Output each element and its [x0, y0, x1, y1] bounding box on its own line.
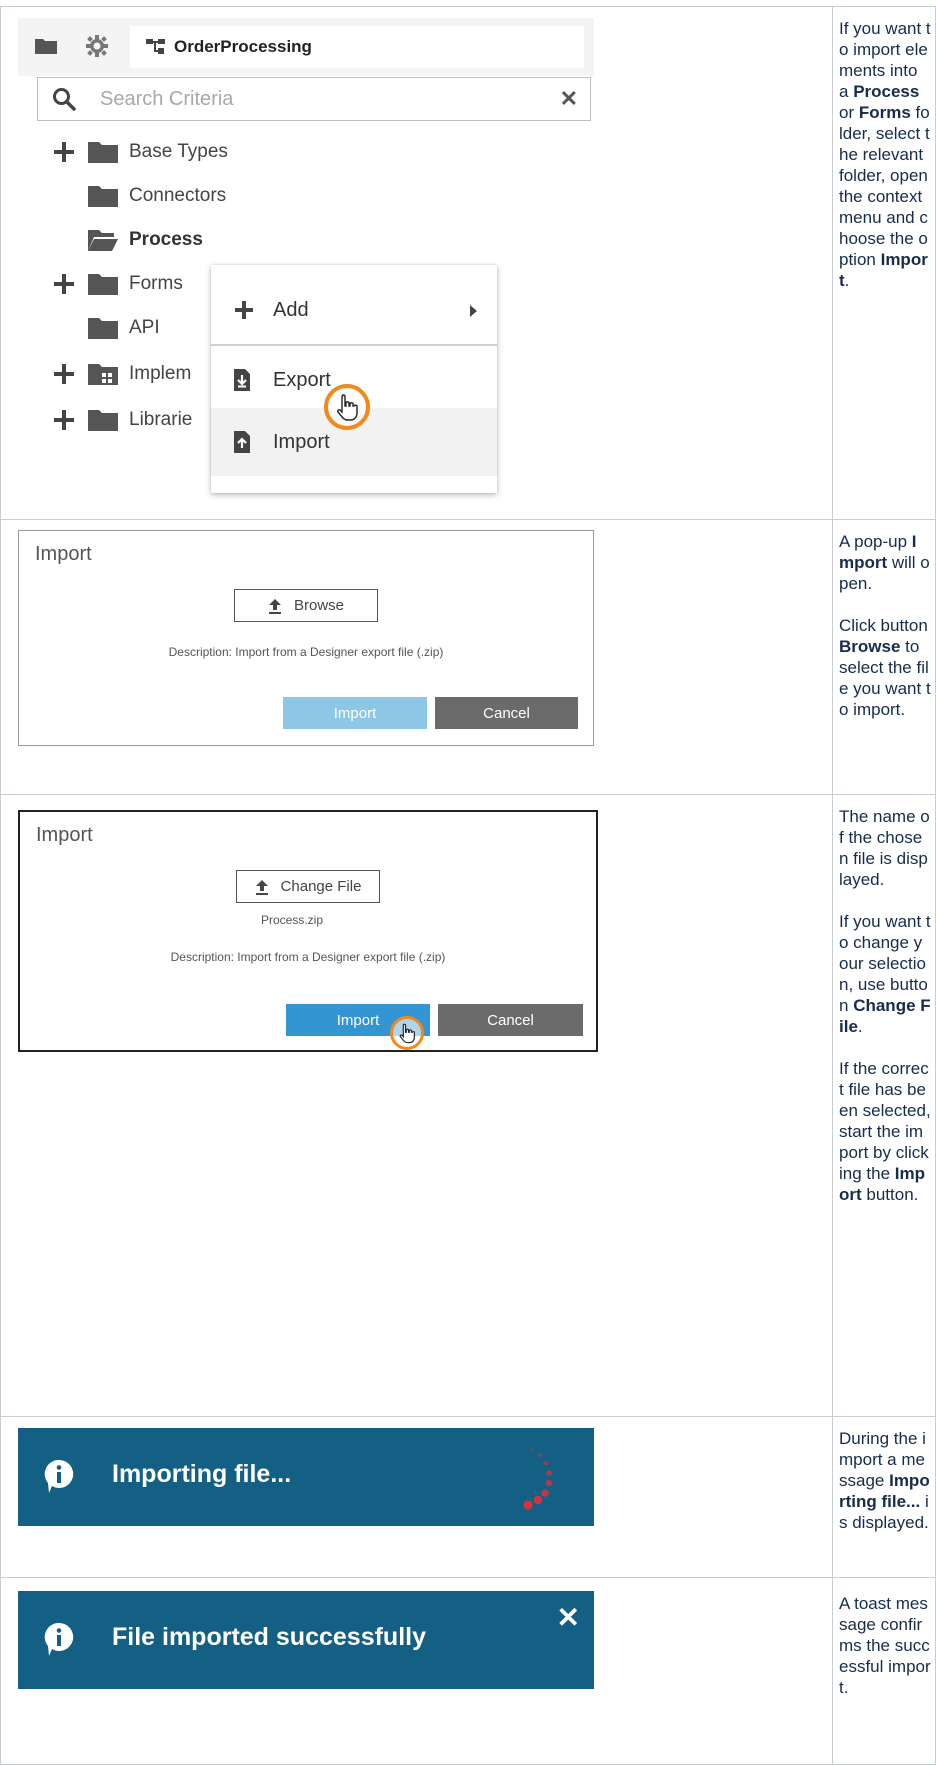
info-icon [44, 1460, 74, 1493]
plus-icon [233, 299, 255, 321]
close-icon[interactable]: ✕ [557, 1601, 580, 1634]
toast-message: File imported successfully [112, 1623, 426, 1651]
folder-open-icon [88, 230, 118, 251]
menu-item-add[interactable]: Add [211, 276, 497, 344]
project-title: OrderProcessing [174, 37, 312, 56]
change-file-button[interactable]: Change File [236, 870, 380, 903]
step-2-description: A pop-up Import will open. Click button … [839, 532, 931, 719]
browse-button-label: Browse [293, 597, 345, 614]
tree-item-label: Connectors [129, 185, 227, 206]
upload-icon [268, 598, 282, 614]
cursor-highlight [390, 1016, 424, 1050]
toast-message: Importing file... [112, 1460, 292, 1488]
change-file-button-label: Change File [280, 878, 362, 895]
search-icon [52, 87, 76, 111]
step-4-description: During the import a message Importing fi… [839, 1429, 930, 1532]
tree-toolbar: OrderProcessing [18, 18, 594, 76]
folder-icon [88, 410, 118, 431]
tree-item-process[interactable]: Process [54, 222, 203, 258]
tree-item-libraries[interactable]: Librarie [54, 402, 192, 438]
instructions-table: OrderProcessing ✕ Base Types Connectors … [0, 0, 936, 1765]
tree-item-connectors[interactable]: Connectors [54, 178, 226, 214]
dialog-title: Import [36, 824, 93, 846]
step-3-description: The name of the chosen file is displayed… [839, 807, 931, 1204]
dialog-description: Description: Import from a Designer expo… [168, 645, 444, 659]
tree-item-base-types[interactable]: Base Types [54, 134, 228, 170]
cancel-button[interactable]: Cancel [438, 1004, 583, 1036]
folder-icon [88, 318, 118, 339]
tree-item-label: Forms [129, 273, 183, 294]
folder-icon [35, 39, 57, 54]
expand-icon[interactable] [54, 274, 74, 294]
tree-item-forms[interactable]: Forms [54, 266, 183, 302]
menu-item-label: Add [273, 298, 309, 321]
import-dialog-file-selected: Import Change File Process.zip Descripti… [18, 810, 598, 1052]
importing-toast: Importing file... [18, 1428, 594, 1526]
tree-item-label: Base Types [129, 141, 228, 162]
tree-item-label: Librarie [129, 409, 193, 430]
step-5-description: A toast message confirms the successful … [839, 1594, 931, 1697]
gear-icon [86, 35, 108, 57]
expand-icon[interactable] [54, 364, 74, 384]
import-file-icon [233, 431, 255, 453]
process-tree-icon [146, 39, 165, 54]
browse-button[interactable]: Browse [234, 589, 378, 622]
step-1-description: If you want to import elements into a Pr… [839, 19, 931, 290]
folder-icon [88, 186, 118, 207]
cancel-button[interactable]: Cancel [435, 697, 578, 729]
loading-spinner-icon [511, 1446, 553, 1510]
export-file-icon [233, 369, 255, 391]
selected-file-name: Process.zip [260, 913, 324, 927]
folder-icon [88, 142, 118, 163]
repository-tree-panel: OrderProcessing ✕ Base Types Connectors … [18, 18, 594, 502]
folder-grid-icon [88, 364, 118, 385]
clear-search-icon[interactable]: ✕ [560, 86, 578, 112]
submenu-arrow-icon [470, 305, 477, 317]
expand-icon[interactable] [54, 410, 74, 430]
tree-item-label: API [129, 317, 160, 338]
hand-cursor-icon [337, 394, 358, 421]
upload-icon [255, 879, 269, 895]
menu-item-label: Import [273, 430, 330, 453]
context-menu: Add Export Import [211, 265, 497, 493]
dialog-title: Import [35, 543, 92, 565]
tree-item-api[interactable]: API [54, 310, 160, 346]
expand-icon[interactable] [54, 142, 74, 162]
search-input[interactable] [100, 87, 520, 111]
project-title-tab[interactable]: OrderProcessing [130, 26, 584, 68]
dialog-description: Description: Import from a Designer expo… [170, 950, 446, 964]
info-icon [44, 1623, 74, 1656]
import-dialog: Import Browse Description: Import from a… [18, 530, 594, 746]
folder-icon [88, 274, 118, 295]
hand-cursor-icon [399, 1023, 415, 1044]
cursor-highlight [324, 384, 370, 430]
settings-button[interactable] [81, 30, 113, 62]
tree-item-label: Process [129, 229, 203, 250]
tree-item-label: Implem [129, 363, 192, 384]
success-toast: File imported successfully ✕ [18, 1591, 594, 1689]
folder-view-button[interactable] [30, 30, 62, 62]
import-button-disabled[interactable]: Import [283, 697, 427, 729]
menu-item-label: Export [273, 368, 331, 391]
tree-item-implementation[interactable]: Implem [54, 356, 191, 392]
search-box: ✕ [37, 77, 591, 121]
